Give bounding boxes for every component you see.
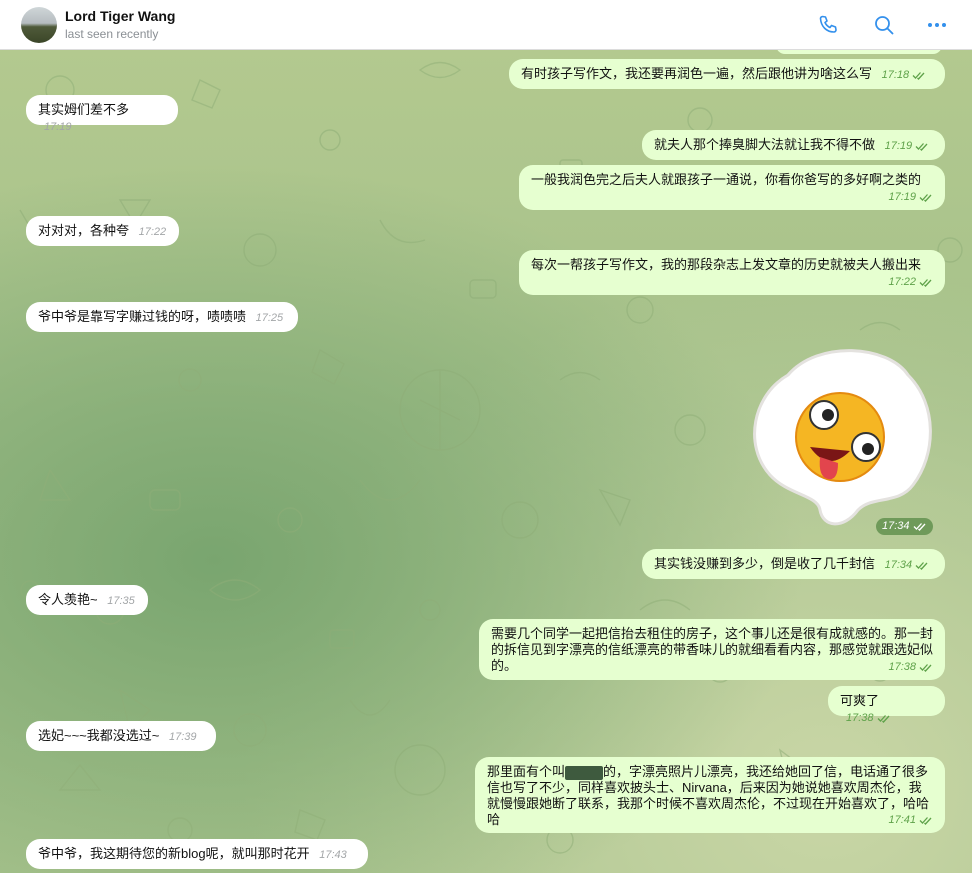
contact-status: last seen recently bbox=[65, 27, 159, 41]
message-text: 可爽了 bbox=[840, 693, 880, 708]
message-time: 17:35 bbox=[107, 595, 135, 607]
message-text: 对对对，各种夸 bbox=[38, 223, 130, 238]
double-check-icon bbox=[919, 193, 932, 202]
message-text: 其实钱没赚到多少，倒是收了几千封信 bbox=[654, 556, 876, 571]
double-check-icon bbox=[919, 278, 932, 287]
double-check-icon bbox=[919, 663, 932, 672]
message-time: 17:19 bbox=[888, 191, 916, 203]
sticker-time: 17:34 bbox=[882, 520, 910, 532]
message-time: 17:38 bbox=[888, 661, 916, 673]
message-time: 17:38 bbox=[846, 712, 874, 724]
double-check-icon bbox=[919, 816, 932, 825]
message-bubble-outgoing[interactable]: 就夫人那个捧臭脚大法就让我不得不做 17:19 bbox=[642, 130, 945, 160]
message-bubble-outgoing[interactable]: 需要几个同学一起把信抬去租住的房子，这个事儿还是很有成就感的。那一封的拆信见到字… bbox=[479, 619, 945, 680]
message-time: 17:41 bbox=[888, 814, 916, 826]
message-bubble-incoming[interactable]: 其实姆们差不多 17:19 bbox=[26, 95, 178, 133]
message-bubble-outgoing[interactable]: 每次一帮孩子写作文，我的那段杂志上发文章的历史就被夫人搬出来 17:22 bbox=[519, 250, 945, 295]
message-text-before: 那里面有个叫 bbox=[487, 764, 566, 779]
message-time: 17:19 bbox=[44, 121, 72, 133]
double-check-icon bbox=[915, 142, 928, 151]
more-icon[interactable] bbox=[925, 13, 949, 37]
double-check-icon bbox=[912, 71, 925, 80]
message-text: 有时孩子写作文，我还要再润色一遍，然后跟他讲为啥这么写 bbox=[521, 66, 873, 81]
message-bubble-incoming[interactable]: 令人羡艳~ 17:35 bbox=[26, 585, 148, 615]
message-text: 一般我润色完之后夫人就跟孩子一通说，你看你爸写的多好啊之类的 bbox=[531, 172, 922, 187]
message-bubble-outgoing[interactable]: 一般我润色完之后夫人就跟孩子一通说，你看你爸写的多好啊之类的 17:19 bbox=[519, 165, 945, 210]
message-bubble-outgoing[interactable]: 其实钱没赚到多少，倒是收了几千封信 17:34 bbox=[642, 549, 945, 579]
message-text: 爷中爷，我这期待您的新blog呢，就叫那时花开 bbox=[38, 846, 310, 861]
redacted-name bbox=[565, 765, 604, 780]
double-check-icon bbox=[913, 522, 926, 531]
fried-egg-sticker[interactable] bbox=[748, 345, 934, 535]
avatar[interactable] bbox=[21, 7, 57, 43]
message-bubble-incoming[interactable]: 对对对，各种夸 17:22 bbox=[26, 216, 179, 246]
message-text: 需要几个同学一起把信抬去租住的房子，这个事儿还是很有成就感的。那一封的拆信见到字… bbox=[491, 626, 934, 673]
search-icon[interactable] bbox=[872, 13, 896, 37]
message-bubble-outgoing[interactable]: 可爽了 17:38 bbox=[828, 686, 945, 724]
double-check-icon bbox=[877, 714, 890, 723]
phone-icon[interactable] bbox=[816, 13, 840, 37]
double-check-icon bbox=[915, 561, 928, 570]
message-time: 17:19 bbox=[884, 140, 913, 152]
message-text: 爷中爷是靠写字赚过钱的呀，啧啧啧 bbox=[38, 309, 247, 324]
message-text: 就夫人那个捧臭脚大法就让我不得不做 bbox=[654, 137, 876, 152]
message-time: 17:18 bbox=[881, 69, 910, 81]
message-bubble-incoming[interactable]: 爷中爷是靠写字赚过钱的呀，啧啧啧 17:25 bbox=[26, 302, 298, 332]
message-text: 每次一帮孩子写作文，我的那段杂志上发文章的历史就被夫人搬出来 bbox=[531, 257, 922, 272]
message-text: 令人羡艳~ bbox=[38, 592, 98, 607]
message-time: 17:43 bbox=[319, 849, 347, 861]
message-bubble-partial[interactable] bbox=[776, 50, 942, 54]
message-time: 17:22 bbox=[888, 276, 916, 288]
message-list[interactable]: 有时孩子写作文，我还要再润色一遍，然后跟他讲为啥这么写 17:18 其实姆们差不… bbox=[0, 50, 972, 873]
message-time: 17:39 bbox=[169, 731, 197, 743]
message-bubble-outgoing[interactable]: 有时孩子写作文，我还要再润色一遍，然后跟他讲为啥这么写 17:18 bbox=[509, 59, 945, 89]
message-bubble-incoming[interactable]: 爷中爷，我这期待您的新blog呢，就叫那时花开 17:43 bbox=[26, 839, 368, 869]
message-text: 选妃~~~我都没选过~ bbox=[38, 728, 160, 743]
chat-header: Lord Tiger Wang last seen recently bbox=[0, 0, 972, 50]
contact-name[interactable]: Lord Tiger Wang bbox=[65, 8, 175, 24]
message-text: 其实姆们差不多 bbox=[38, 102, 130, 117]
message-time: 17:25 bbox=[255, 312, 284, 324]
message-bubble-outgoing[interactable]: 那里面有个叫 的，字漂亮照片儿漂亮，我还给她回了信，电话通了很多信也写了不少，同样… bbox=[475, 757, 945, 833]
message-time: 17:22 bbox=[138, 226, 167, 238]
message-time: 17:34 bbox=[884, 559, 913, 571]
message-bubble-incoming[interactable]: 选妃~~~我都没选过~ 17:39 bbox=[26, 721, 216, 751]
